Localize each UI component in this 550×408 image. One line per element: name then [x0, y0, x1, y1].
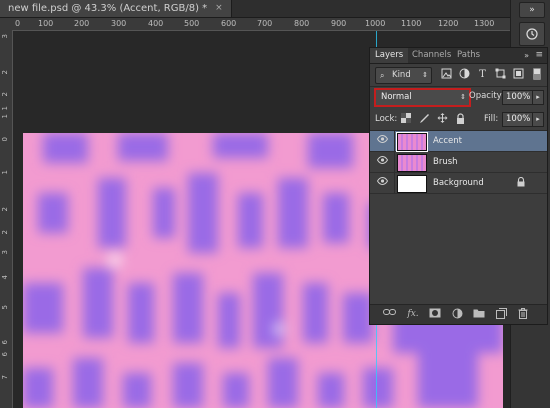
ruler-tick-label: 2 [1, 207, 9, 212]
smart-object-filter-icon[interactable] [512, 68, 525, 81]
horizontal-ruler[interactable]: 0 100 200 300 400 500 600 700 800 900 10… [12, 18, 510, 31]
lock-all-icon[interactable] [454, 113, 466, 125]
adjustment-icon[interactable] [450, 308, 464, 321]
blend-mode-select[interactable]: Normal ⇕ [374, 88, 471, 107]
row-divider [394, 173, 395, 193]
visibility-eye-icon[interactable] [376, 155, 388, 168]
ruler-tick-label: 2 [1, 92, 9, 97]
adjustment-layer-filter-icon[interactable] [458, 68, 471, 81]
group-folder-icon[interactable] [472, 308, 486, 321]
ruler-tick-label: 1 [1, 106, 9, 111]
layer-thumbnail [397, 154, 427, 172]
ruler-tick-label: 0 [15, 19, 21, 28]
ruler-tick-label: 0 [1, 137, 9, 142]
opacity-label: Opacity: [469, 91, 504, 101]
shape-layer-filter-icon[interactable] [494, 68, 507, 81]
tab-layers[interactable]: Layers [370, 48, 409, 63]
search-icon: ⌕ [380, 71, 385, 80]
ruler-tick-label: 1200 [438, 19, 459, 28]
ruler-tick-label: 1300 [474, 19, 495, 28]
lock-image-pixels-icon[interactable] [418, 113, 430, 125]
pixel-layer-filter-icon[interactable] [440, 68, 453, 81]
panel-tab-bar: Layers Channels Paths » ≡ [370, 48, 547, 64]
fill-label: Fill: [484, 114, 499, 124]
fill-input[interactable]: 100% [502, 112, 533, 127]
ruler-tick-label: 400 [148, 19, 164, 28]
layer-row-background[interactable]: Background [370, 173, 547, 194]
lock-label: Lock: [375, 114, 398, 124]
ruler-tick-label: 500 [184, 19, 200, 28]
ruler-tick-label: 300 [111, 19, 127, 28]
type-layer-filter-icon[interactable]: T [476, 68, 489, 81]
ruler-tick-label: 7 [1, 375, 9, 380]
dock-collapse-icon[interactable]: » [519, 2, 545, 18]
blend-mode-value: Normal [381, 92, 412, 102]
opacity-dropdown-icon[interactable]: ▸ [532, 90, 544, 105]
ruler-tick-label: 3 [1, 250, 9, 255]
ruler-tick-label: 6 [1, 340, 9, 345]
layer-name: Accent [433, 136, 462, 146]
layers-panel-footer: fx. [370, 304, 547, 324]
ruler-tick-label: 6 [1, 352, 9, 357]
ruler-tick-label: 1 [1, 114, 9, 119]
panel-menu-icon[interactable]: ≡ [535, 48, 543, 63]
ruler-tick-label: 1100 [401, 19, 422, 28]
layer-thumbnail [397, 175, 427, 193]
layer-filter-row: ⌕ Kind ⇕ T [370, 64, 547, 87]
layers-panel: Layers Channels Paths » ≡ ⌕ Kind ⇕ T Nor… [369, 47, 548, 325]
panel-collapse-icon[interactable]: » [524, 48, 529, 63]
row-divider [394, 152, 395, 172]
layer-name: Background [433, 178, 484, 188]
lock-transparent-pixels-icon[interactable] [400, 113, 412, 125]
fill-dropdown-icon[interactable]: ▸ [532, 112, 544, 127]
vertical-ruler[interactable]: 3 2 2 1 1 0 1 2 2 3 4 5 6 6 7 [0, 30, 13, 408]
filter-kind-label: Kind [392, 70, 411, 80]
document-tab[interactable]: new file.psd @ 43.3% (Accent, RGB/8) * × [0, 0, 232, 17]
layer-lock-icon [517, 176, 525, 189]
ruler-tick-label: 2 [1, 70, 9, 75]
ruler-tick-label: 5 [1, 305, 9, 310]
fx-icon[interactable]: fx. [406, 308, 420, 321]
tab-paths[interactable]: Paths [452, 48, 485, 63]
filter-kind-select[interactable]: ⌕ Kind ⇕ [375, 67, 432, 84]
ruler-tick-label: 700 [257, 19, 273, 28]
opacity-input[interactable]: 100% [502, 90, 533, 105]
history-icon[interactable] [519, 22, 545, 46]
mask-icon[interactable] [428, 308, 442, 321]
layer-row-accent[interactable]: Accent [370, 131, 547, 152]
ruler-tick-label: 2 [1, 230, 9, 235]
layer-name: Brush [433, 157, 458, 167]
updown-arrows-icon: ⇕ [422, 71, 428, 79]
close-tab-icon[interactable]: × [215, 0, 223, 17]
ruler-tick-label: 100 [38, 19, 54, 28]
layer-thumbnail [396, 132, 428, 152]
visibility-eye-icon[interactable] [376, 176, 388, 189]
ruler-tick-label: 3 [1, 34, 9, 39]
row-divider [394, 131, 395, 151]
trash-icon[interactable] [516, 308, 530, 321]
layer-row-brush[interactable]: Brush [370, 152, 547, 173]
ruler-tick-label: 1000 [365, 19, 386, 28]
ruler-tick-label: 1 [1, 170, 9, 175]
document-tab-bar: new file.psd @ 43.3% (Accent, RGB/8) * × [0, 0, 510, 18]
ruler-tick-label: 900 [331, 19, 347, 28]
updown-arrows-icon: ⇕ [460, 93, 466, 101]
ruler-tick-label: 600 [221, 19, 237, 28]
new-layer-icon[interactable] [494, 308, 508, 321]
link-icon[interactable] [382, 308, 396, 321]
filter-toggle-icon[interactable] [530, 68, 543, 81]
visibility-eye-icon[interactable] [376, 134, 388, 147]
lock-row: Lock: Fill: 100% ▸ [370, 110, 547, 131]
ruler-tick-label: 4 [1, 275, 9, 280]
ruler-tick-label: 200 [74, 19, 90, 28]
ruler-tick-label: 800 [294, 19, 310, 28]
document-title: new file.psd @ 43.3% (Accent, RGB/8) * [8, 3, 208, 14]
lock-position-icon[interactable] [436, 113, 448, 125]
blend-mode-row: Normal ⇕ Opacity: 100% ▸ [370, 87, 547, 109]
tab-channels[interactable]: Channels [407, 48, 456, 63]
